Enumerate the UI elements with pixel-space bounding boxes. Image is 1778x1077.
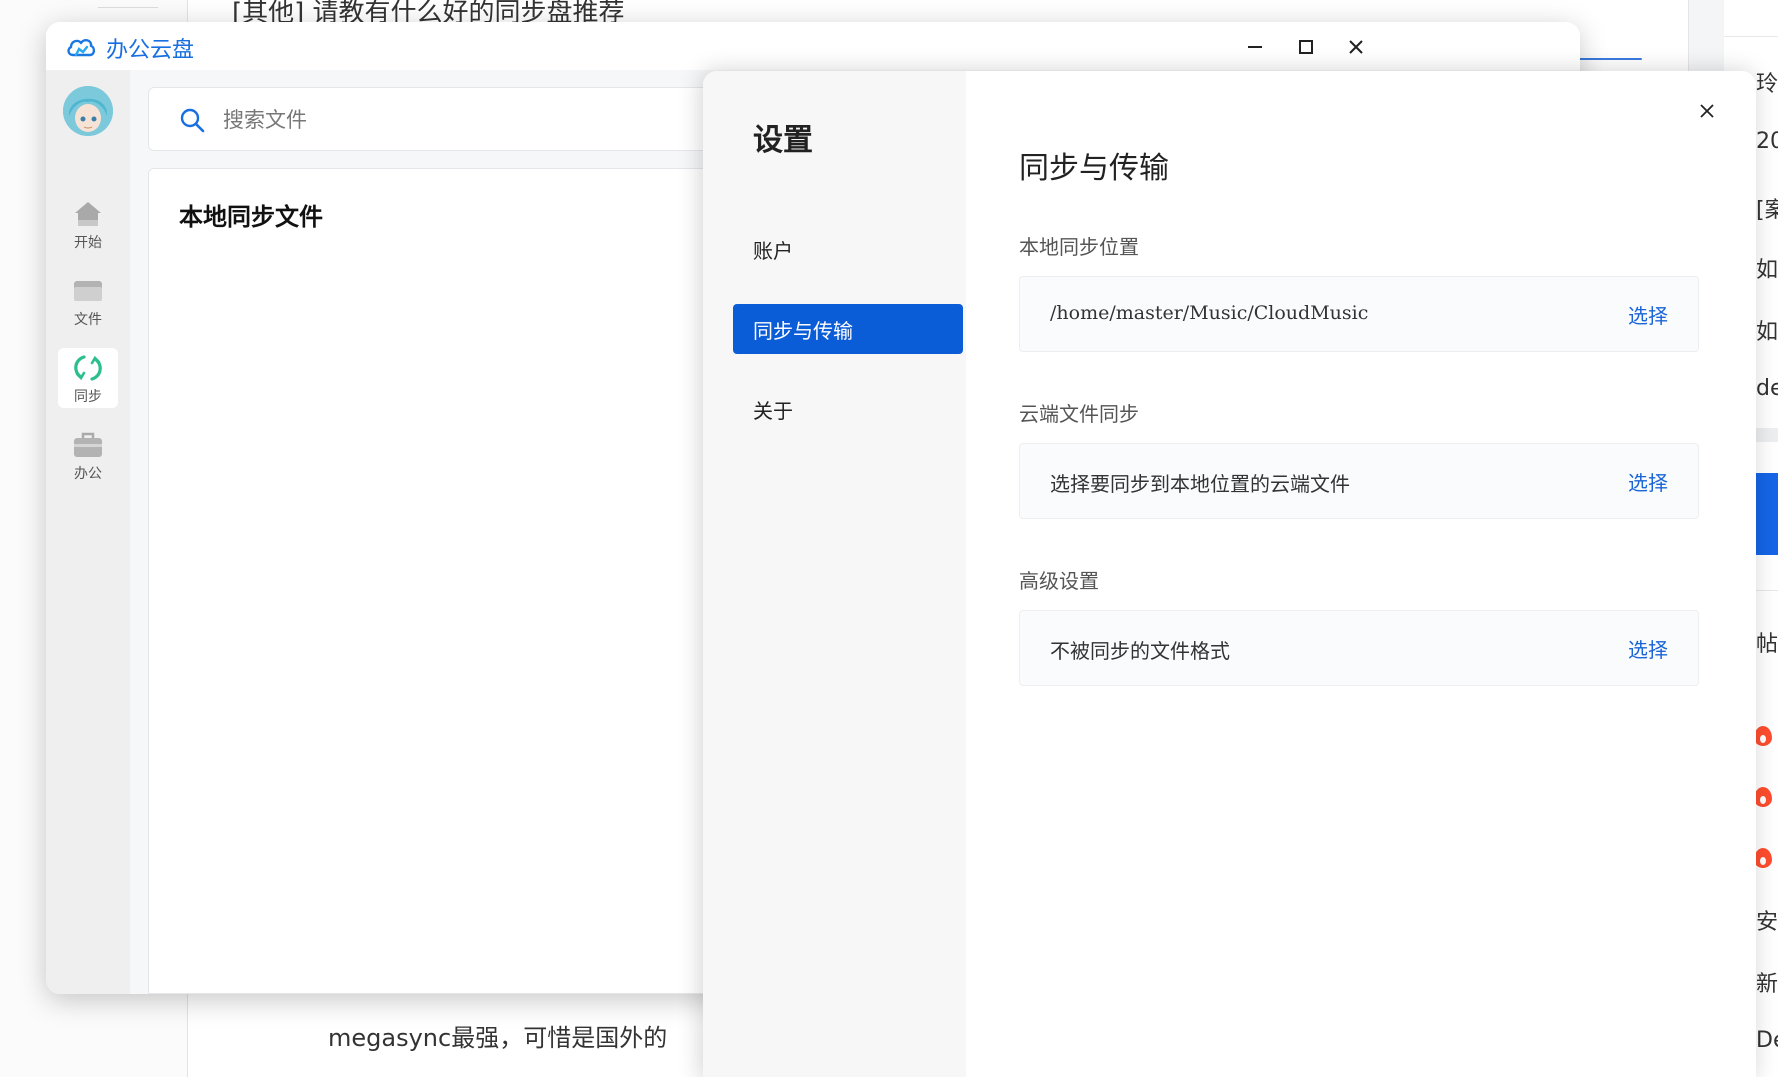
settings-nav-about[interactable]: 关于 <box>733 384 963 434</box>
section-heading: 同步与传输 <box>1019 151 1169 186</box>
rail-item-label: 同步 <box>74 389 102 405</box>
briefcase-icon <box>74 432 102 457</box>
close-button[interactable] <box>1341 32 1371 62</box>
minimize-button[interactable] <box>1240 32 1270 62</box>
title-bar[interactable]: 办公云盘 <box>46 22 1580 70</box>
local-sync-location-label: 本地同步位置 <box>1019 235 1139 259</box>
rail-item-label: 开始 <box>74 235 102 251</box>
rail-item-sync[interactable]: 同步 <box>58 348 118 408</box>
rail-item-label: 文件 <box>74 312 102 328</box>
fire-icon <box>1754 848 1772 868</box>
background-right-text: 帖 <box>1756 632 1778 657</box>
background-right-text[interactable]: De <box>1756 1028 1778 1053</box>
settings-nav-sync-transfer[interactable]: 同步与传输 <box>733 304 963 354</box>
background-right-text[interactable]: 如 <box>1756 314 1778 346</box>
home-icon <box>75 202 101 226</box>
background-right-text[interactable]: [案 <box>1756 192 1778 224</box>
cloud-icon <box>67 38 96 57</box>
excluded-formats-text: 不被同步的文件格式 <box>1050 639 1230 663</box>
choose-cloud-files-button[interactable]: 选择 <box>1628 467 1668 496</box>
search-input[interactable] <box>223 102 723 138</box>
background-divider <box>1724 36 1778 37</box>
panel-title: 本地同步文件 <box>179 203 323 231</box>
background-right-text[interactable]: 20 <box>1756 129 1778 154</box>
avatar-image <box>63 86 113 136</box>
close-icon <box>1349 40 1363 54</box>
excluded-formats-row: 不被同步的文件格式 选择 <box>1019 610 1699 686</box>
background-right-text[interactable]: 安 <box>1756 904 1778 936</box>
avatar[interactable] <box>63 86 113 136</box>
choose-excluded-formats-button[interactable]: 选择 <box>1628 634 1668 663</box>
minimize-icon <box>1248 46 1262 48</box>
app-title: 办公云盘 <box>106 38 195 63</box>
search-icon <box>180 108 205 133</box>
sync-icon <box>74 355 102 381</box>
advanced-settings-label: 高级设置 <box>1019 569 1099 593</box>
background-right-text[interactable]: 新 <box>1756 966 1778 998</box>
settings-title: 设置 <box>753 123 813 158</box>
maximize-button[interactable] <box>1291 32 1321 62</box>
nav-rail: 开始 文件 同步 办公 <box>46 70 130 994</box>
close-icon <box>1700 104 1714 118</box>
maximize-icon <box>1299 40 1313 54</box>
rail-item-office[interactable]: 办公 <box>58 425 118 485</box>
dialog-close-button[interactable] <box>1693 97 1721 125</box>
cloud-file-sync-text: 选择要同步到本地位置的云端文件 <box>1050 472 1350 496</box>
cloud-file-sync-row: 选择要同步到本地位置的云端文件 选择 <box>1019 443 1699 519</box>
cloud-file-sync-label: 云端文件同步 <box>1019 402 1139 426</box>
fire-icon <box>1754 726 1772 746</box>
folder-icon <box>74 281 102 301</box>
background-right-text[interactable]: 如 <box>1756 252 1778 284</box>
choose-location-button[interactable]: 选择 <box>1628 300 1668 329</box>
local-sync-location-row: /home/master/Music/CloudMusic 选择 <box>1019 276 1699 352</box>
background-right-text[interactable]: 玲 <box>1756 66 1778 98</box>
rail-item-files[interactable]: 文件 <box>58 271 118 331</box>
settings-sidebar: 设置 账户 同步与传输 关于 <box>703 71 966 1077</box>
fire-icon <box>1754 787 1772 807</box>
local-sync-path: /home/master/Music/CloudMusic <box>1050 302 1369 324</box>
background-right-text[interactable]: de <box>1756 376 1778 401</box>
background-reply-text: megasync最强，可惜是国外的 <box>328 1024 668 1052</box>
settings-dialog: 设置 账户 同步与传输 关于 同步与传输 本地同步位置 /home/master… <box>703 71 1756 1077</box>
rail-item-label: 办公 <box>74 466 102 482</box>
settings-nav-account[interactable]: 账户 <box>733 224 963 274</box>
rail-item-home[interactable]: 开始 <box>58 194 118 254</box>
